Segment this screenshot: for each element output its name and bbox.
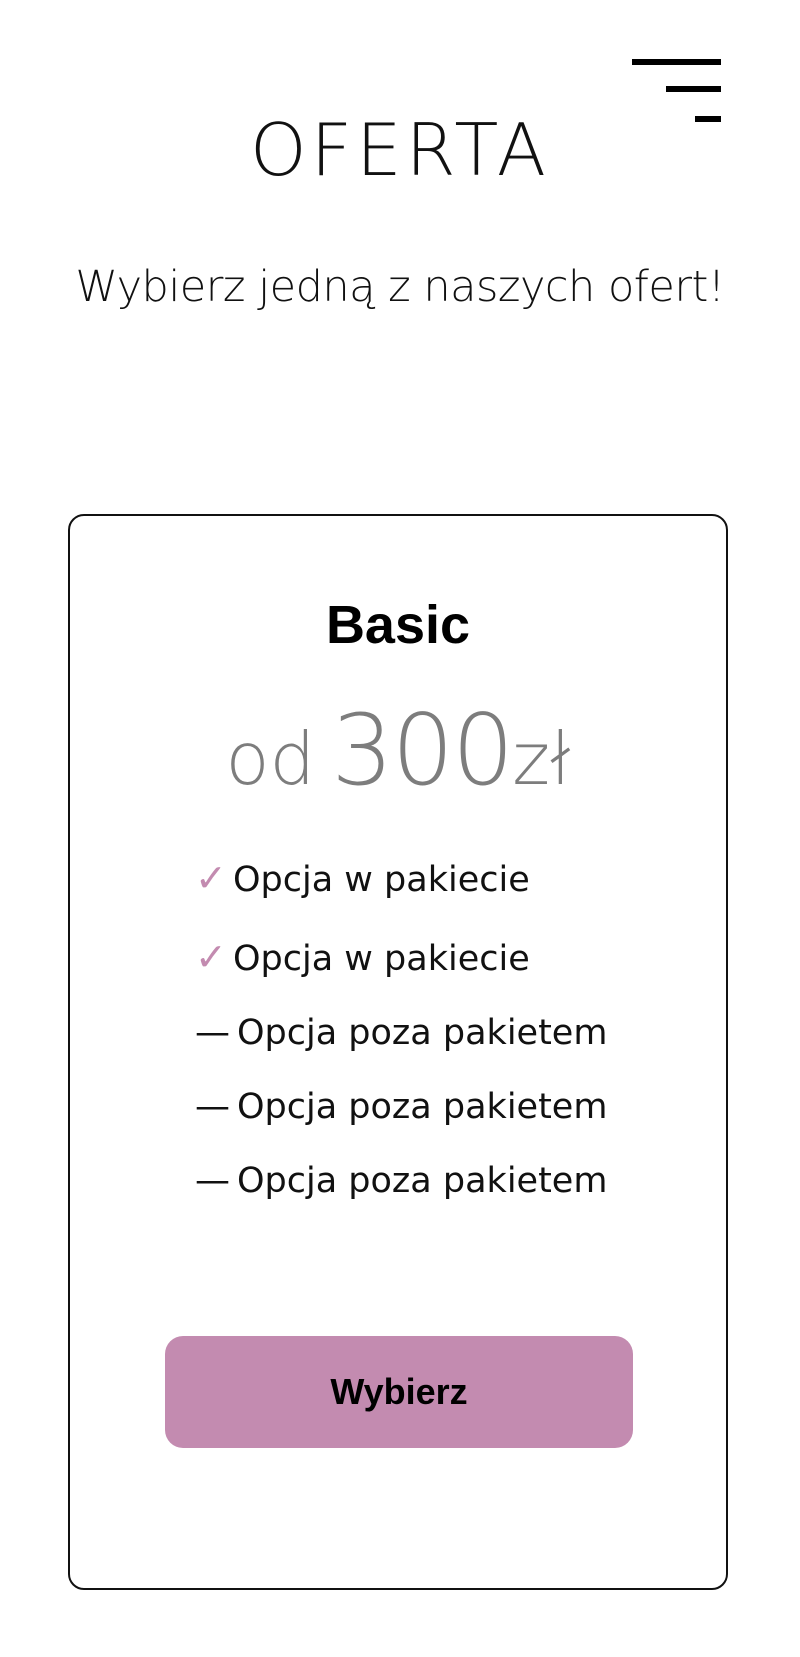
check-icon: ✓ <box>195 935 227 979</box>
feature-label: Opcja w pakiecie <box>233 939 530 979</box>
hamburger-menu-icon <box>632 59 721 65</box>
plan-name: Basic <box>325 595 471 655</box>
feature-label: Opcja w pakiecie <box>233 860 530 900</box>
price-currency: zł <box>512 717 571 801</box>
plan-price: od 300zł <box>70 694 726 808</box>
dash-icon: — <box>195 1161 230 1201</box>
feature-item-included: ✓ Opcja w pakiecie <box>195 854 530 902</box>
price-amount: 300 <box>331 694 514 808</box>
menu-button[interactable] <box>630 55 725 130</box>
feature-item-included: ✓ Opcja w pakiecie <box>195 933 530 981</box>
feature-item-excluded: — Opcja poza pakietem <box>195 1083 607 1131</box>
select-offer-button[interactable]: Wybierz <box>165 1336 633 1448</box>
price-prefix: od <box>225 717 316 801</box>
check-icon: ✓ <box>195 856 227 900</box>
dash-icon: — <box>195 1013 230 1053</box>
offer-card-basic: Basic od 300zł ✓ Opcja w pakiecie ✓ Opcja w… <box>68 514 728 1590</box>
feature-label: Opcja poza pakietem <box>237 1013 608 1053</box>
feature-item-excluded: — Opcja poza pakietem <box>195 1009 607 1057</box>
feature-item-excluded: — Opcja poza pakietem <box>195 1157 607 1205</box>
hamburger-menu-icon-bar <box>695 116 721 122</box>
offer-subtitle: Wybierz jedną z naszych ofert! <box>75 262 725 312</box>
hamburger-menu-icon-bar <box>666 86 721 92</box>
dash-icon: — <box>195 1087 230 1127</box>
feature-label: Opcja poza pakietem <box>237 1161 608 1201</box>
feature-label: Opcja poza pakietem <box>237 1087 608 1127</box>
